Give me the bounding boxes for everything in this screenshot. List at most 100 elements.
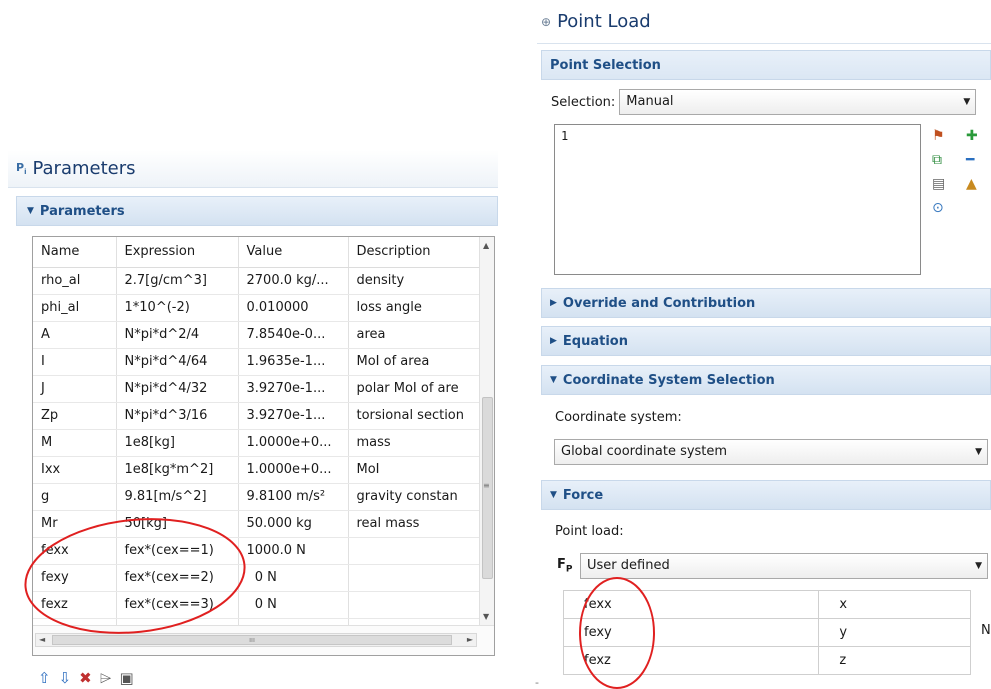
coordinate-system-combo[interactable]: Global coordinate system ▼ (554, 439, 988, 465)
cell-description[interactable]: polar MoI of are (348, 375, 482, 403)
table-row[interactable]: fexz fex*(cex==3) 0 N (33, 591, 482, 619)
override-contribution-header[interactable]: ▶ Override and Contribution (541, 288, 991, 318)
add-icon[interactable]: ✚ (966, 128, 978, 144)
cell-name[interactable]: rho_al (33, 267, 117, 295)
cell-expression[interactable]: N*pi*d^2/4 (116, 321, 239, 349)
cell-name[interactable]: M (33, 429, 117, 457)
cell-name[interactable]: fexx (33, 537, 117, 565)
paste-icon[interactable]: ▤ (932, 176, 945, 192)
scroll-left-icon[interactable]: ◄ (39, 634, 45, 646)
cell-name[interactable]: g (33, 483, 117, 511)
force-expression[interactable]: fexx (562, 590, 820, 619)
cell-name[interactable]: Ixx (33, 456, 117, 484)
cell-expression[interactable]: N*pi*d^3/16 (116, 402, 239, 430)
selection-combo[interactable]: Manual ▼ (619, 89, 977, 115)
cell-description[interactable]: gravity constan (348, 483, 482, 511)
cell-name[interactable]: fexz (33, 591, 117, 619)
cell-expression[interactable]: fex*(cex==3) (116, 591, 239, 619)
scroll-down-icon[interactable]: ▼ (483, 612, 489, 621)
table-row[interactable]: M 1e8[kg] 1.0000e+0... mass (33, 429, 482, 457)
table-row[interactable]: A N*pi*d^2/4 7.8540e-0... area (33, 321, 482, 349)
cell-description[interactable] (348, 537, 482, 565)
cell-description[interactable]: real mass (348, 510, 482, 538)
cell-description[interactable] (348, 591, 482, 619)
force-row-z[interactable]: fexz z (562, 646, 971, 675)
cell-name[interactable]: phi_al (33, 294, 117, 322)
cell-description[interactable]: mass (348, 429, 482, 457)
value-text: 0 N (254, 597, 277, 612)
table-row[interactable]: phi_al 1*10^(-2) 0.010000 loss angle (33, 294, 482, 322)
cell-description[interactable]: MoI of area (348, 348, 482, 376)
force-expression[interactable]: fexy (562, 618, 820, 647)
cell-description[interactable]: torsional section (348, 402, 482, 430)
vertical-scrollbar[interactable]: ▲ ≡ ▼ (479, 237, 494, 625)
open-icon[interactable]: ⌲ (100, 669, 112, 687)
selection-row: Selection: Manual ▼ (551, 89, 977, 115)
table-row[interactable]: fexx fex*(cex==1) 1000.0 N (33, 537, 482, 565)
point-selection-header[interactable]: Point Selection (541, 50, 991, 80)
cell-expression[interactable]: N*pi*d^4/64 (116, 348, 239, 376)
cell-expression[interactable]: 9.81[m/s^2] (116, 483, 239, 511)
column-header-description[interactable]: Description (348, 237, 482, 268)
list-item[interactable]: 1 (561, 129, 914, 143)
force-row-x[interactable]: fexx x (562, 590, 971, 619)
cell-description[interactable] (348, 564, 482, 592)
cell-name[interactable]: I (33, 348, 117, 376)
cell-name[interactable]: Mr (33, 510, 117, 538)
select-domain-icon[interactable]: ⚑ (932, 128, 945, 144)
selection-list[interactable]: 1 (554, 124, 921, 275)
coordinate-system-header[interactable]: ▼ Coordinate System Selection (541, 365, 991, 395)
copy-selection-icon[interactable]: ⧉ (932, 152, 942, 168)
cell-expression[interactable]: 1*10^(-2) (116, 294, 239, 322)
cell-expression[interactable]: 1e8[kg] (116, 429, 239, 457)
cell-expression[interactable]: 50[kg] (116, 510, 239, 538)
cell-expression[interactable]: N*pi*d^4/32 (116, 375, 239, 403)
cell-value: 2700.0 kg/... (238, 267, 349, 295)
move-up-icon[interactable]: ⇧ (38, 669, 51, 687)
cell-expression[interactable]: fex*(cex==2) (116, 564, 239, 592)
table-row[interactable]: rho_al 2.7[g/cm^3] 2700.0 kg/... density (33, 267, 482, 295)
cell-name[interactable]: fexy (33, 564, 117, 592)
scroll-thumb-horizontal[interactable]: ııı (52, 635, 452, 645)
parameters-title: Parameters (32, 158, 136, 179)
scroll-up-icon[interactable]: ▲ (483, 241, 489, 250)
table-row[interactable]: J N*pi*d^4/32 3.9270e-1... polar MoI of are (33, 375, 482, 403)
force-mode-value: User defined (587, 558, 670, 573)
table-row[interactable]: fexy fex*(cex==2) 0 N (33, 564, 482, 592)
table-row[interactable]: Ixx 1e8[kg*m^2] 1.0000e+0... MoI (33, 456, 482, 484)
parameters-title-bar: Pi Parameters (8, 150, 498, 188)
table-row[interactable]: g 9.81[m/s^2] 9.8100 m/s² gravity constan (33, 483, 482, 511)
delete-icon[interactable]: ✖ (79, 669, 92, 687)
zoom-to-selection-icon[interactable]: ⊙ (932, 200, 944, 216)
table-row[interactable]: I N*pi*d^4/64 1.9635e-1... MoI of area (33, 348, 482, 376)
save-icon[interactable]: ▣ (119, 669, 133, 687)
cell-expression[interactable]: 2.7[g/cm^3] (116, 267, 239, 295)
force-expression[interactable]: fexz (562, 646, 820, 675)
cell-expression[interactable]: 1e8[kg*m^2] (116, 456, 239, 484)
scroll-right-icon[interactable]: ► (467, 634, 473, 646)
clear-icon[interactable]: ▲ (966, 176, 977, 192)
force-header[interactable]: ▼ Force (541, 480, 991, 510)
force-mode-combo[interactable]: User defined ▼ (580, 553, 988, 579)
cell-name[interactable]: Zp (33, 402, 117, 430)
cell-description[interactable]: area (348, 321, 482, 349)
cell-description[interactable]: density (348, 267, 482, 295)
horizontal-scrollbar[interactable]: ◄ ııı ► (33, 625, 494, 655)
remove-icon[interactable]: ━ (966, 152, 974, 168)
column-header-value[interactable]: Value (238, 237, 349, 268)
cell-name[interactable]: A (33, 321, 117, 349)
force-row-y[interactable]: fexy y (562, 618, 971, 647)
column-header-name[interactable]: Name (33, 237, 117, 268)
scroll-track[interactable]: ◄ ııı ► (35, 633, 477, 647)
column-header-expression[interactable]: Expression (116, 237, 239, 268)
parameters-section-header[interactable]: ▼ Parameters (16, 196, 498, 226)
cell-description[interactable]: MoI (348, 456, 482, 484)
cell-expression[interactable]: fex*(cex==1) (116, 537, 239, 565)
equation-header[interactable]: ▶ Equation (541, 326, 991, 356)
table-row[interactable]: Zp N*pi*d^3/16 3.9270e-1... torsional secti… (33, 402, 482, 430)
table-row[interactable]: Mr 50[kg] 50.000 kg real mass (33, 510, 482, 538)
cell-description[interactable]: loss angle (348, 294, 482, 322)
cell-name[interactable]: J (33, 375, 117, 403)
move-down-icon[interactable]: ⇩ (59, 669, 72, 687)
parameters-panel: Pi Parameters ▼ Parameters (8, 150, 498, 226)
